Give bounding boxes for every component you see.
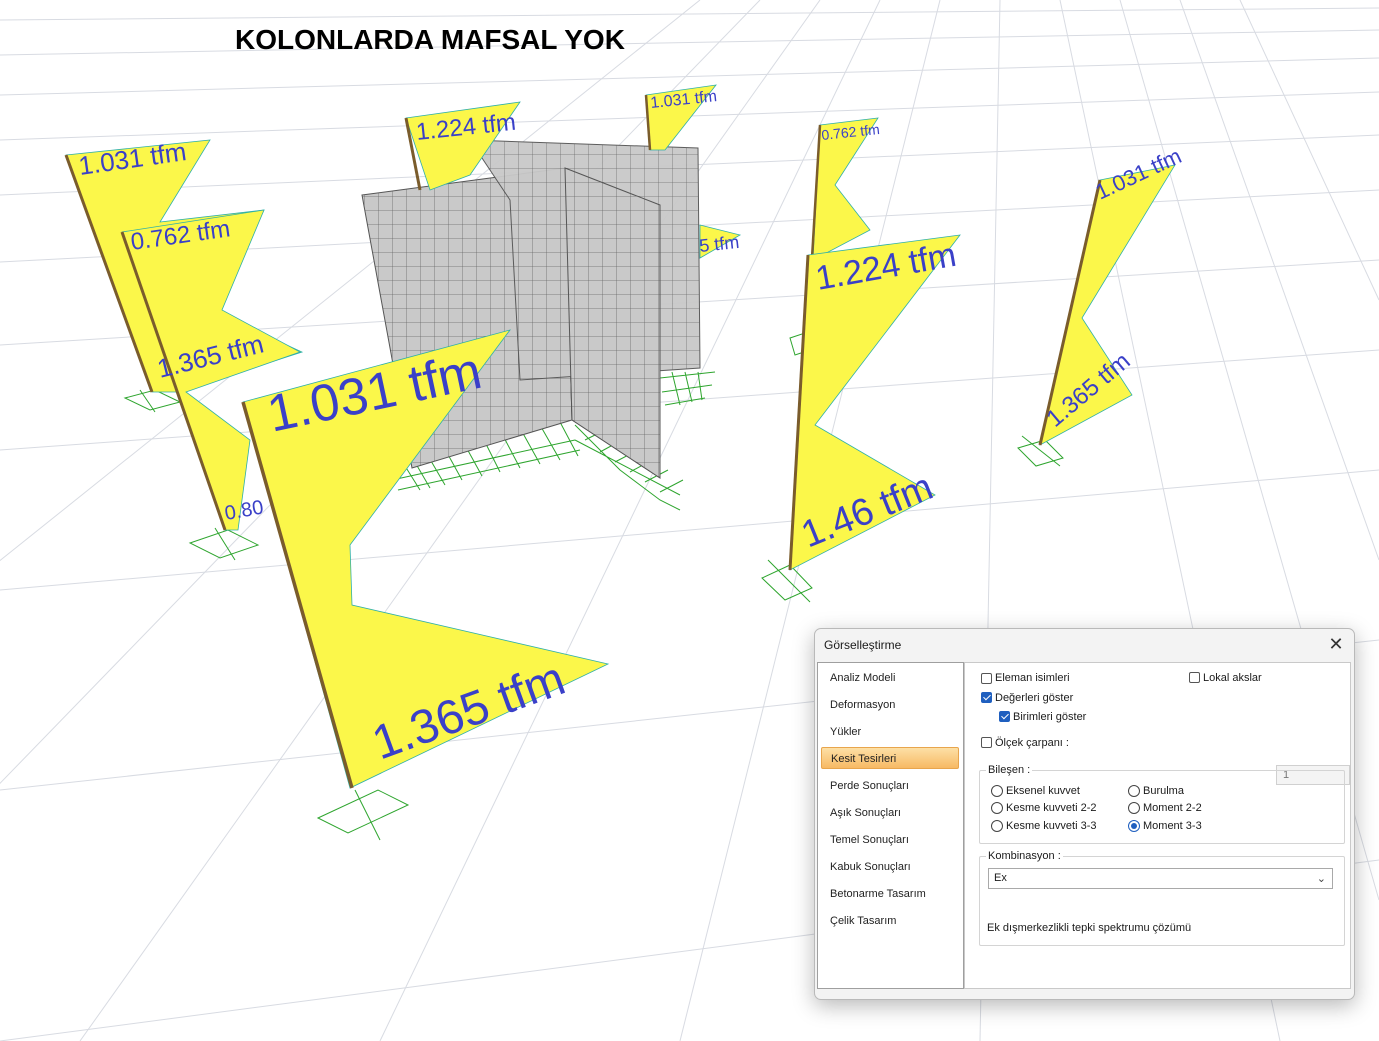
chevron-down-icon: ⌄	[1316, 873, 1326, 885]
moment-diagram-column-7: 1.031 tfm 1.365 tfm	[1038, 143, 1185, 446]
moment-33-label: Moment 3-3	[1143, 820, 1202, 832]
moment-diagram-column-5: 0.762 tfm	[810, 117, 880, 261]
degerleri-goster-checkbox[interactable]	[981, 692, 992, 703]
nav-item-kabuk-sonuclari[interactable]: Kabuk Sonuçları	[821, 856, 959, 878]
nav-item-kesit-tesirleri[interactable]: Kesit Tesirleri	[821, 747, 959, 769]
kombinasyon-select[interactable]: Ex ⌄	[988, 868, 1333, 889]
burulma-label: Burulma	[1143, 785, 1184, 797]
degerleri-goster-label: Değerleri göster	[995, 692, 1074, 704]
kombinasyon-title: Kombinasyon :	[986, 850, 1063, 862]
eksenel-kuvvet-radio[interactable]	[991, 785, 1003, 797]
nav-item-temel-sonuclari[interactable]: Temel Sonuçları	[821, 829, 959, 851]
kombinasyon-description: Ek dışmerkezlikli tepki spektrumu çözümü	[987, 922, 1192, 934]
category-list: Analiz Modeli Deformasyon Yükler Kesit T…	[817, 662, 964, 989]
lokal-akslar-label: Lokal akslar	[1203, 672, 1262, 684]
moment-33-radio[interactable]	[1128, 820, 1140, 832]
page-title: KOLONLARDA MAFSAL YOK	[235, 24, 625, 55]
bilesen-title: Bileşen :	[986, 764, 1033, 776]
kesme-kuvveti-22-label: Kesme kuvveti 2-2	[1006, 802, 1097, 814]
nav-item-betonarme-tasarim[interactable]: Betonarme Tasarım	[821, 883, 959, 905]
birimleri-goster-label: Birimleri göster	[1013, 711, 1087, 723]
olcek-carpani-checkbox[interactable]	[981, 737, 992, 748]
lokal-akslar-checkbox[interactable]	[1189, 672, 1200, 683]
moment-diagram-column-6: 1.224 tfm 1.46 tfm	[788, 234, 961, 571]
moment-22-radio[interactable]	[1128, 802, 1140, 814]
support-marker-4	[761, 559, 813, 603]
dialog-titlebar[interactable]: Görselleştirme ✕	[815, 629, 1354, 659]
nav-item-asik-sonuclari[interactable]: Aşık Sonuçları	[821, 802, 959, 824]
kesme-kuvveti-22-radio[interactable]	[991, 802, 1003, 814]
eleman-isimleri-label: Eleman isimleri	[995, 672, 1070, 684]
settings-panel: Eleman isimleri Lokal akslar Değerleri g…	[964, 662, 1351, 989]
nav-item-celik-tasarim[interactable]: Çelik Tasarım	[821, 910, 959, 932]
nav-item-perde-sonuclari[interactable]: Perde Sonuçları	[821, 775, 959, 797]
diagram-label: 5 tfm	[698, 232, 740, 256]
support-marker-1	[123, 389, 182, 413]
olcek-carpani-label: Ölçek çarpanı :	[995, 737, 1069, 749]
kesme-kuvveti-33-radio[interactable]	[991, 820, 1003, 832]
support-marker-3	[316, 789, 410, 841]
visualization-dialog: Görselleştirme ✕ Analiz Modeli Deformasy…	[814, 628, 1355, 1000]
bilesen-group: Bileşen : Eksenel kuvvet Kesme kuvveti 2…	[979, 764, 1345, 844]
nav-item-deformasyon[interactable]: Deformasyon	[821, 694, 959, 716]
nav-item-yukler[interactable]: Yükler	[821, 721, 959, 743]
nav-item-analiz-modeli[interactable]: Analiz Modeli	[821, 667, 959, 689]
kesme-kuvveti-33-label: Kesme kuvveti 3-3	[1006, 820, 1097, 832]
eleman-isimleri-checkbox[interactable]	[981, 673, 992, 684]
support-marker-2	[188, 527, 260, 561]
close-icon[interactable]: ✕	[1324, 633, 1348, 655]
kombinasyon-group: Kombinasyon : Ex ⌄ Ek dışmerkezlikli tep…	[979, 850, 1345, 946]
kombinasyon-value: Ex	[994, 872, 1007, 884]
birimleri-goster-checkbox[interactable]	[999, 711, 1010, 722]
dialog-title: Görselleştirme	[824, 638, 902, 652]
burulma-radio[interactable]	[1128, 785, 1140, 797]
diagram-label: 1.031 tfm	[650, 88, 718, 112]
moment-22-label: Moment 2-2	[1143, 802, 1202, 814]
eksenel-kuvvet-label: Eksenel kuvvet	[1006, 785, 1080, 797]
